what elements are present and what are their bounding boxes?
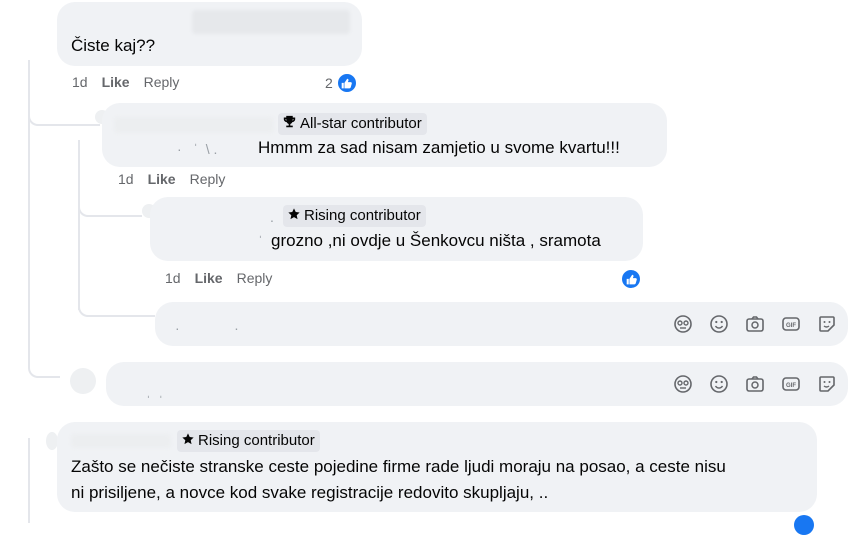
emoji-icon[interactable] <box>708 313 730 335</box>
composer-tools: GIF <box>672 313 838 335</box>
reply-button[interactable]: Reply <box>190 171 226 187</box>
comment-timestamp[interactable]: 1d <box>118 171 134 187</box>
reaction-count[interactable]: 2 <box>325 72 358 94</box>
star-icon <box>288 206 300 226</box>
sticker-icon[interactable] <box>816 313 838 335</box>
thread-elbow-composer <box>78 290 155 317</box>
sticker-icon[interactable] <box>816 373 838 395</box>
svg-text:GIF: GIF <box>786 323 796 329</box>
comment-text-line-1: Zašto se nečiste stranske ceste pojedine… <box>71 457 726 476</box>
comment-actions-1: 1d Like Reply <box>72 74 179 90</box>
camera-icon[interactable] <box>744 313 766 335</box>
author-name-redacted[interactable] <box>114 117 274 133</box>
comment-bubble-2: All-star contributor · ˈ \ . Hmmm za sad… <box>102 103 667 167</box>
contributor-badge[interactable]: Rising contributor <box>177 430 320 452</box>
comment-bubble-4: Rising contributor Zašto se nečiste stra… <box>57 422 817 512</box>
author-name-redacted[interactable] <box>192 10 350 34</box>
like-button[interactable]: Like <box>148 171 176 187</box>
avatar-sticker-icon[interactable] <box>672 373 694 395</box>
comment-text: grozno ,ni ovdje u Šenkovcu ništa , sram… <box>271 231 601 250</box>
emoji-icon[interactable] <box>708 373 730 395</box>
author-name-redacted[interactable] <box>71 434 171 448</box>
thread-elbow-reply-1 <box>28 100 100 126</box>
svg-text:GIF: GIF <box>786 383 796 389</box>
thread-line-reply <box>78 140 80 310</box>
redacted-author[interactable]: . <box>270 209 274 225</box>
gif-icon[interactable]: GIF <box>780 313 802 335</box>
comment-text: Hmmm za sad nisam zamjetio u svome kvart… <box>258 138 620 157</box>
comment-timestamp[interactable]: 1d <box>72 74 88 90</box>
thread-elbow-main <box>28 340 60 378</box>
contributor-badge[interactable]: Rising contributor <box>283 205 426 227</box>
thumbs-up-icon[interactable] <box>794 515 814 535</box>
thumbs-up-icon <box>335 72 358 94</box>
composer-tools: GIF <box>672 373 838 395</box>
reply-composer[interactable]: · · GIF <box>155 302 848 346</box>
thumbs-up-icon <box>620 268 642 290</box>
redacted-text: ˈ <box>258 233 263 249</box>
comment-text: Čiste kaj?? <box>71 36 156 55</box>
thread-elbow-reply-2 <box>78 195 142 217</box>
comment-actions-3: 1d Like Reply <box>165 270 272 286</box>
comment-bubble-1: Čiste kaj?? <box>57 2 362 66</box>
avatar[interactable] <box>70 368 96 394</box>
trophy-icon <box>283 114 296 134</box>
like-button[interactable]: Like <box>102 74 130 90</box>
contributor-badge[interactable]: All-star contributor <box>278 113 427 135</box>
reaction-count-number: 2 <box>325 75 333 91</box>
reply-composer[interactable]: ˌ ˌ GIF <box>106 362 848 406</box>
comment-actions-2: 1d Like Reply <box>118 171 225 187</box>
reply-button[interactable]: Reply <box>237 270 273 286</box>
badge-label: Rising contributor <box>198 432 315 449</box>
comment-text-line-2: ni prisiljene, a novce kod svake registr… <box>71 483 549 502</box>
star-icon <box>182 431 194 451</box>
camera-icon[interactable] <box>744 373 766 395</box>
redacted-text: · ˈ \ . <box>177 141 218 157</box>
comment-bubble-3: . Rising contributor ˈ grozno ,ni ovdje … <box>150 197 643 261</box>
comment-timestamp[interactable]: 1d <box>165 270 181 286</box>
badge-label: All-star contributor <box>300 115 422 132</box>
thread-line-bottom <box>28 438 30 523</box>
reaction-indicator[interactable] <box>620 268 642 290</box>
gif-icon[interactable]: GIF <box>780 373 802 395</box>
avatar-sticker-icon[interactable] <box>672 313 694 335</box>
reply-button[interactable]: Reply <box>144 74 180 90</box>
composer-placeholder-redacted: ˌ ˌ <box>146 382 164 398</box>
composer-placeholder-redacted: · · <box>175 320 239 336</box>
like-button[interactable]: Like <box>195 270 223 286</box>
badge-label: Rising contributor <box>304 207 421 224</box>
